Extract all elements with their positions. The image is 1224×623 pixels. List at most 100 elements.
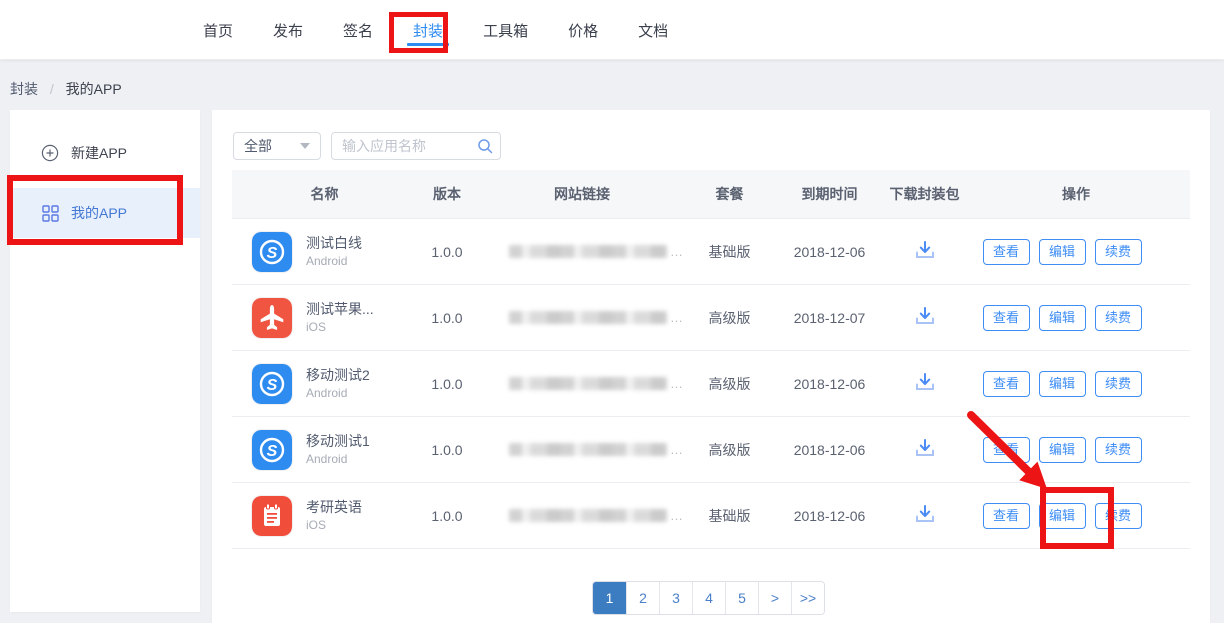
sidebar-item-new-app[interactable]: 新建APP <box>10 131 200 175</box>
app-version: 1.0.0 <box>417 508 477 524</box>
nav-label: 工具箱 <box>483 20 528 41</box>
grid-icon <box>41 204 59 222</box>
col-header-version: 版本 <box>417 184 477 204</box>
s-swirl-app-icon: S <box>252 364 292 404</box>
view-button[interactable]: 查看 <box>983 305 1030 331</box>
blurred-website-link <box>509 443 667 456</box>
app-platform: Android <box>306 451 370 467</box>
blurred-website-link <box>509 245 667 258</box>
nav-label: 价格 <box>568 20 598 41</box>
search-input[interactable] <box>331 132 501 160</box>
search-box <box>331 132 501 160</box>
link-ellipsis: … <box>670 442 683 457</box>
download-icon[interactable] <box>914 504 936 524</box>
edit-button[interactable]: 编辑 <box>1039 437 1086 463</box>
col-header-download: 下载封装包 <box>887 184 962 204</box>
nav-item-package[interactable]: 封装 <box>413 0 443 60</box>
sidebar-item-my-app[interactable]: 我的APP <box>10 188 200 238</box>
download-icon[interactable] <box>914 306 936 326</box>
link-ellipsis: … <box>670 508 683 523</box>
view-button[interactable]: 查看 <box>983 437 1030 463</box>
nav-item-signature[interactable]: 签名 <box>343 0 373 60</box>
view-button[interactable]: 查看 <box>983 239 1030 265</box>
renew-button[interactable]: 续费 <box>1095 239 1142 265</box>
filter-value: 全部 <box>244 136 272 156</box>
renew-button[interactable]: 续费 <box>1095 503 1142 529</box>
app-package: 基础版 <box>687 506 772 526</box>
app-expiry: 2018-12-06 <box>772 508 887 524</box>
svg-text:S: S <box>267 443 278 460</box>
download-icon[interactable] <box>914 438 936 458</box>
col-header-actions: 操作 <box>962 184 1190 204</box>
app-package: 高级版 <box>687 308 772 328</box>
col-header-name: 名称 <box>232 184 417 204</box>
page-last-button[interactable]: >> <box>791 582 824 614</box>
breadcrumb-current: 我的APP <box>66 81 122 97</box>
download-icon[interactable] <box>914 240 936 260</box>
col-header-package: 套餐 <box>687 184 772 204</box>
page-button-3[interactable]: 3 <box>659 582 692 614</box>
view-button[interactable]: 查看 <box>983 503 1030 529</box>
breadcrumb: 封装 / 我的APP <box>10 79 122 99</box>
edit-button[interactable]: 编辑 <box>1039 371 1086 397</box>
search-icon[interactable] <box>477 138 493 157</box>
app-name: 考研英语 <box>306 498 362 517</box>
app-expiry: 2018-12-06 <box>772 376 887 392</box>
page-button-1[interactable]: 1 <box>593 582 626 614</box>
renew-button[interactable]: 续费 <box>1095 371 1142 397</box>
pagination: 1 2 3 4 5 > >> <box>592 581 825 615</box>
sidebar: 新建APP 我的APP <box>10 110 200 612</box>
blurred-website-link <box>509 311 667 324</box>
renew-button[interactable]: 续费 <box>1095 305 1142 331</box>
edit-button[interactable]: 编辑 <box>1039 305 1086 331</box>
toolbar: 全部 <box>233 132 501 160</box>
app-platform: Android <box>306 253 362 269</box>
svg-text:S: S <box>267 377 278 394</box>
s-swirl-app-icon: S <box>252 430 292 470</box>
link-ellipsis: … <box>670 376 683 391</box>
nav-item-publish[interactable]: 发布 <box>273 0 303 60</box>
app-name: 移动测试2 <box>306 366 370 385</box>
blurred-website-link <box>509 377 667 390</box>
table-row: S 测试白线Android 1.0.0 … 基础版 2018-12-06 查看 … <box>232 219 1190 285</box>
view-button[interactable]: 查看 <box>983 371 1030 397</box>
nav-item-toolbox[interactable]: 工具箱 <box>483 0 528 60</box>
renew-button[interactable]: 续费 <box>1095 437 1142 463</box>
app-expiry: 2018-12-06 <box>772 244 887 260</box>
breadcrumb-section[interactable]: 封装 <box>10 81 38 97</box>
app-package: 高级版 <box>687 374 772 394</box>
sidebar-item-label: 新建APP <box>71 143 127 163</box>
page-button-4[interactable]: 4 <box>692 582 725 614</box>
nav-label: 封装 <box>413 20 443 41</box>
filter-dropdown[interactable]: 全部 <box>233 132 321 160</box>
table-row: S 移动测试2Android 1.0.0 … 高级版 2018-12-06 查看… <box>232 351 1190 417</box>
app-name: 移动测试1 <box>306 432 370 451</box>
page-next-button[interactable]: > <box>758 582 791 614</box>
app-platform: iOS <box>306 319 374 335</box>
app-version: 1.0.0 <box>417 310 477 326</box>
airplane-app-icon <box>252 298 292 338</box>
edit-button[interactable]: 编辑 <box>1039 503 1086 529</box>
edit-button[interactable]: 编辑 <box>1039 239 1086 265</box>
page-button-5[interactable]: 5 <box>725 582 758 614</box>
col-header-link: 网站链接 <box>477 184 687 204</box>
page-button-2[interactable]: 2 <box>626 582 659 614</box>
main-content: 全部 名称 版本 网站链接 套餐 到期时间 下载封装包 操作 S 测试 <box>212 110 1210 623</box>
link-ellipsis: … <box>670 310 683 325</box>
nav-item-home[interactable]: 首页 <box>203 0 233 60</box>
circle-plus-icon <box>41 144 59 162</box>
app-table: 名称 版本 网站链接 套餐 到期时间 下载封装包 操作 S 测试白线Androi… <box>232 170 1190 549</box>
download-icon[interactable] <box>914 372 936 392</box>
nav-item-docs[interactable]: 文档 <box>638 0 668 60</box>
nav-label: 首页 <box>203 20 233 41</box>
breadcrumb-separator: / <box>50 81 54 97</box>
app-package: 高级版 <box>687 440 772 460</box>
svg-text:S: S <box>267 245 278 262</box>
app-name: 测试苹果... <box>306 300 374 319</box>
chevron-down-icon <box>300 143 310 149</box>
nav-item-price[interactable]: 价格 <box>568 0 598 60</box>
table-header: 名称 版本 网站链接 套餐 到期时间 下载封装包 操作 <box>232 170 1190 219</box>
sidebar-item-label: 我的APP <box>71 203 127 223</box>
app-version: 1.0.0 <box>417 244 477 260</box>
table-row: 考研英语iOS 1.0.0 … 基础版 2018-12-06 查看 编辑 续费 <box>232 483 1190 549</box>
